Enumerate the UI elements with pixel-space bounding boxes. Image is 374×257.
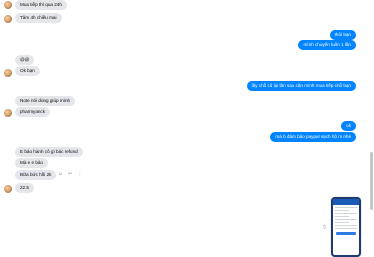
share-icon[interactable]: ⇧ [322,224,327,231]
content-line [335,207,357,208]
content-line [335,210,349,211]
phone-screenshot-attachment[interactable] [331,197,361,257]
app-button [336,232,356,235]
message-actions: ☺ ↩ ⋮ [58,172,82,177]
app-header-bar [333,199,359,205]
user-avatar[interactable] [4,1,12,9]
outgoing-message[interactable]: mà b đảm bảo paypal sạch hộ m nhé [270,132,356,142]
incoming-message[interactable]: Ok bạn [15,66,40,76]
user-avatar[interactable] [4,15,12,23]
outgoing-message[interactable]: mình chuyển luôn 1 lần [298,40,356,50]
incoming-message[interactable]: E bảo hành cô gì bác refund [15,147,83,157]
content-line [335,219,357,220]
conversation-thread: Mua tiếp thì qua 24h Tâm 4h chiều mai th… [0,0,368,257]
incoming-message[interactable]: pharmyanck [15,107,51,117]
incoming-message[interactable]: @@ [15,55,35,65]
phone-screen [333,199,359,255]
smile-icon[interactable]: ☺ [58,172,63,177]
content-line [335,225,357,226]
outgoing-message[interactable]: thôi bạn [329,30,356,40]
incoming-message[interactable]: Bữa bức hồi 2k [15,170,57,180]
content-line [335,213,357,214]
incoming-message[interactable]: Mua tiếp thì qua 24h [15,0,67,10]
incoming-message[interactable]: Note nói dùng giúp mình [15,96,76,106]
incoming-message[interactable]: Tâm 4h chiều mai [15,13,62,23]
scrollbar[interactable] [369,0,374,257]
content-line [335,216,349,217]
incoming-message[interactable]: Mà e e bảo [15,158,48,168]
content-line [335,222,349,223]
more-icon[interactable]: ⋮ [77,172,82,177]
outgoing-message[interactable]: lấy chỗ cũ lại lần sau cần mình mua tiếp… [246,81,356,91]
reply-icon[interactable]: ↩ [68,172,72,177]
content-line [335,228,357,229]
outgoing-message[interactable]: ok [341,121,356,131]
user-avatar[interactable] [4,109,12,117]
user-avatar[interactable] [4,185,12,193]
scrollbar-thumb[interactable] [370,152,373,210]
incoming-message[interactable]: 22.5 [15,183,34,193]
user-avatar[interactable] [4,69,12,77]
